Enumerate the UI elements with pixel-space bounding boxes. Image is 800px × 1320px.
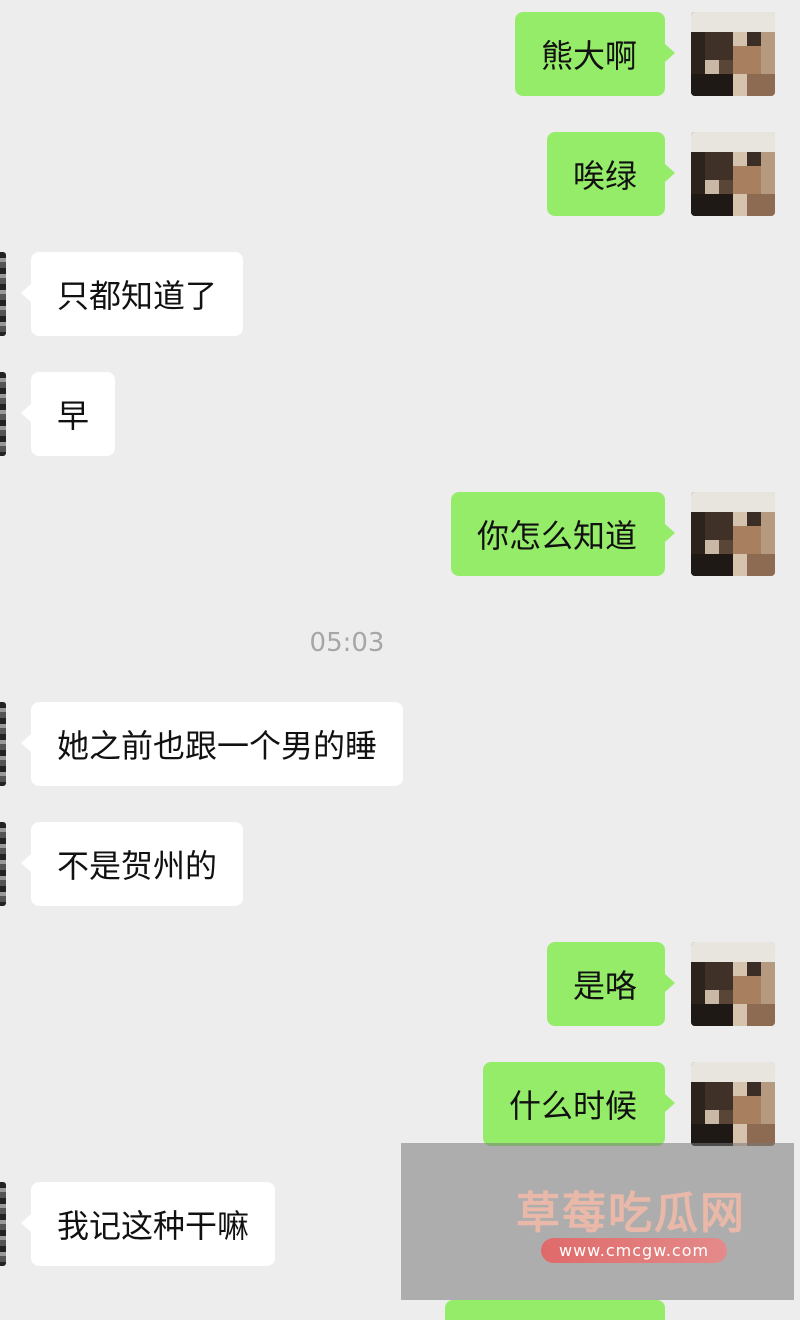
message-text: 她之前也跟一个男的睡 xyxy=(57,727,378,765)
avatar-icon[interactable] xyxy=(691,942,775,1026)
message-bubble-partial xyxy=(445,1300,665,1320)
message-bubble-outgoing[interactable]: 熊大啊 xyxy=(514,12,676,96)
message-bubble-incoming[interactable]: 不是贺州的 xyxy=(20,822,244,906)
message-text: 我记这种干嘛 xyxy=(57,1207,250,1245)
message-bubble-incoming[interactable]: 她之前也跟一个男的睡 xyxy=(20,702,404,786)
message-text: 只都知道了 xyxy=(57,277,218,315)
avatar-icon[interactable] xyxy=(691,492,775,576)
message-bubble-outgoing[interactable]: 是咯 xyxy=(546,942,676,1026)
avatar-icon[interactable] xyxy=(691,12,775,96)
avatar-icon[interactable] xyxy=(0,1182,6,1266)
watermark-url: www.cmcgw.com xyxy=(541,1238,728,1263)
avatar-icon[interactable] xyxy=(0,702,6,786)
message-text: 唉绿 xyxy=(572,157,637,195)
message-bubble-incoming[interactable]: 我记这种干嘛 xyxy=(20,1182,276,1266)
message-bubble-incoming[interactable]: 只都知道了 xyxy=(20,252,244,336)
timestamp: 05:03 xyxy=(309,628,385,658)
message-bubble-outgoing[interactable]: 唉绿 xyxy=(546,132,676,216)
message-text: 不是贺州的 xyxy=(57,847,218,885)
message-text: 早 xyxy=(57,397,90,435)
avatar-icon[interactable] xyxy=(691,132,775,216)
message-bubble-outgoing[interactable]: 你怎么知道 xyxy=(450,492,676,576)
message-bubble-incoming[interactable]: 早 xyxy=(20,372,116,456)
watermark-overlay: 草莓吃瓜网 www.cmcgw.com xyxy=(401,1143,794,1300)
avatar-icon[interactable] xyxy=(691,1062,775,1146)
watermark-title: 草莓吃瓜网 xyxy=(516,1188,746,1239)
message-text: 你怎么知道 xyxy=(476,517,637,555)
message-text: 是咯 xyxy=(572,967,637,1005)
message-text: 熊大啊 xyxy=(540,37,637,75)
avatar-icon[interactable] xyxy=(0,372,6,456)
avatar-icon[interactable] xyxy=(0,822,6,906)
message-bubble-outgoing[interactable]: 什么时候 xyxy=(482,1062,676,1146)
avatar-icon[interactable] xyxy=(0,252,6,336)
chat-area[interactable]: 熊大啊 唉绿 只都知道了 早 你怎么知道 05:03 她之前也跟一个男的睡 不是… xyxy=(0,0,800,1320)
message-text: 什么时候 xyxy=(508,1087,637,1125)
